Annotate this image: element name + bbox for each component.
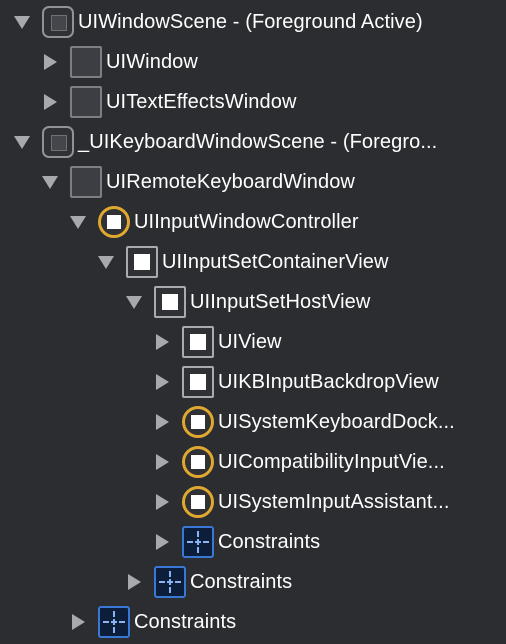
tree-row-label: UIKBInputBackdropView: [218, 371, 439, 393]
disclosure-expanded-icon[interactable]: [14, 15, 30, 29]
view-icon: [154, 286, 186, 318]
disclosure-collapsed-icon[interactable]: [42, 94, 58, 110]
tree-row-label: UIInputSetHostView: [190, 291, 371, 313]
tree-row-label: Constraints: [190, 571, 293, 593]
window-icon: [70, 166, 102, 198]
disclosure-expanded-icon[interactable]: [98, 255, 114, 269]
disclosure-collapsed-icon[interactable]: [154, 494, 170, 510]
tree-row-label: UIInputWindowController: [134, 211, 359, 233]
tree-row[interactable]: UIInputWindowController: [0, 202, 506, 242]
tree-row[interactable]: Constraints: [0, 562, 506, 602]
tree-row[interactable]: UIInputSetHostView: [0, 282, 506, 322]
disclosure-collapsed-icon[interactable]: [154, 534, 170, 550]
tree-row[interactable]: UISystemKeyboardDock...: [0, 402, 506, 442]
constraints-icon: [98, 606, 130, 638]
tree-row-label: UISystemKeyboardDock...: [218, 411, 455, 433]
constraints-icon: [154, 566, 186, 598]
disclosure-collapsed-icon[interactable]: [42, 54, 58, 70]
tree-row[interactable]: UIRemoteKeyboardWindow: [0, 162, 506, 202]
view-controller-icon: [98, 206, 130, 238]
tree-row-label: Constraints: [134, 611, 237, 633]
disclosure-expanded-icon[interactable]: [126, 295, 142, 309]
tree-row-label: _UIKeyboardWindowScene - (Foregro...: [78, 131, 438, 153]
disclosure-expanded-icon[interactable]: [42, 175, 58, 189]
tree-row-label: UITextEffectsWindow: [106, 91, 297, 113]
disclosure-collapsed-icon[interactable]: [70, 614, 86, 630]
tree-row-label: Constraints: [218, 531, 321, 553]
tree-row-label: UISystemInputAssistant...: [218, 491, 450, 513]
tree-row[interactable]: UISystemInputAssistant...: [0, 482, 506, 522]
disclosure-expanded-icon[interactable]: [70, 215, 86, 229]
tree-row-label: UIRemoteKeyboardWindow: [106, 171, 355, 193]
scene-icon: [42, 6, 74, 38]
tree-row-label: UIWindowScene - (Foreground Active): [78, 11, 423, 33]
constraints-icon: [182, 526, 214, 558]
tree-row[interactable]: UITextEffectsWindow: [0, 82, 506, 122]
tree-row[interactable]: UICompatibilityInputVie...: [0, 442, 506, 482]
disclosure-expanded-icon[interactable]: [14, 135, 30, 149]
view-controller-icon: [182, 446, 214, 478]
disclosure-collapsed-icon[interactable]: [154, 374, 170, 390]
tree-row-label: UIWindow: [106, 51, 198, 73]
tree-row[interactable]: UIKBInputBackdropView: [0, 362, 506, 402]
view-icon: [126, 246, 158, 278]
view-hierarchy-tree: UIWindowScene - (Foreground Active) UIWin…: [0, 0, 506, 644]
view-icon: [182, 326, 214, 358]
view-controller-icon: [182, 406, 214, 438]
disclosure-collapsed-icon[interactable]: [154, 414, 170, 430]
tree-row[interactable]: Constraints: [0, 602, 506, 642]
view-icon: [182, 366, 214, 398]
tree-row-label: UICompatibilityInputVie...: [218, 451, 445, 473]
tree-row[interactable]: UIView: [0, 322, 506, 362]
tree-row-label: UIInputSetContainerView: [162, 251, 389, 273]
tree-row[interactable]: UIInputSetContainerView: [0, 242, 506, 282]
tree-row[interactable]: _UIKeyboardWindowScene - (Foregro...: [0, 122, 506, 162]
disclosure-collapsed-icon[interactable]: [154, 454, 170, 470]
tree-row-label: UIView: [218, 331, 282, 353]
disclosure-collapsed-icon[interactable]: [126, 574, 142, 590]
scene-icon: [42, 126, 74, 158]
disclosure-collapsed-icon[interactable]: [154, 334, 170, 350]
view-controller-icon: [182, 486, 214, 518]
window-icon: [70, 86, 102, 118]
tree-row[interactable]: UIWindow: [0, 42, 506, 82]
window-icon: [70, 46, 102, 78]
tree-row[interactable]: UIWindowScene - (Foreground Active): [0, 2, 506, 42]
tree-row[interactable]: Constraints: [0, 522, 506, 562]
